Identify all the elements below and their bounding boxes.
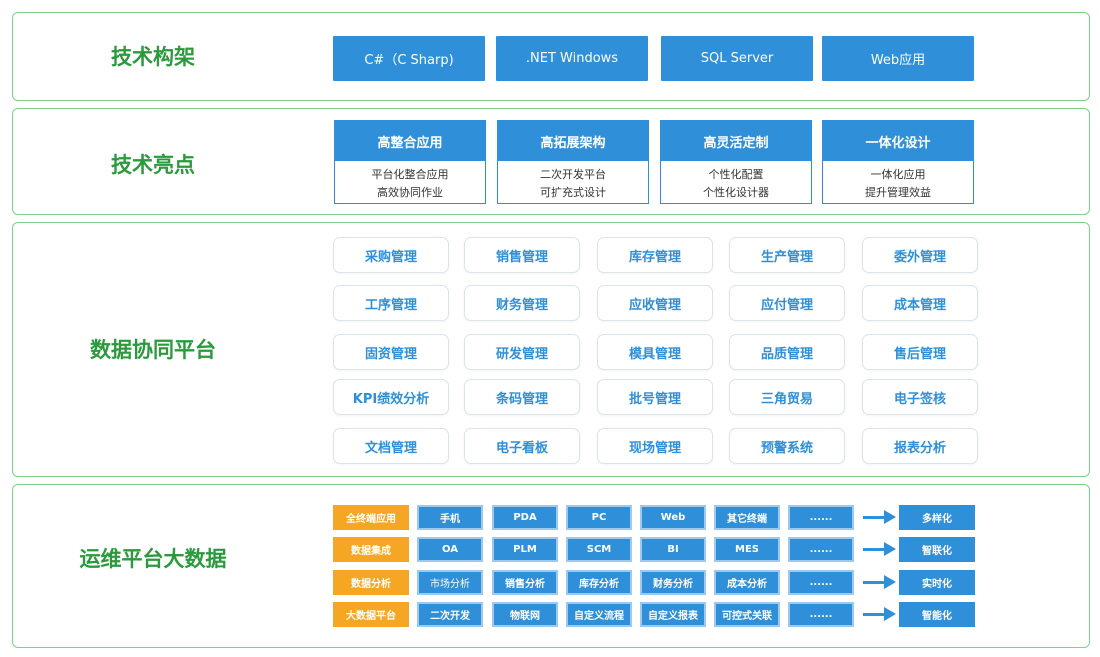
result-box: 智联化 bbox=[899, 537, 975, 562]
module-purchase[interactable]: 采购管理 bbox=[333, 237, 449, 273]
module-cost[interactable]: 成本管理 bbox=[862, 285, 978, 321]
grid-cell: PDA bbox=[492, 505, 558, 530]
grid-cell: Web bbox=[640, 505, 706, 530]
module-sales[interactable]: 销售管理 bbox=[464, 237, 580, 273]
grid-cell: BI bbox=[640, 537, 706, 562]
module-inventory[interactable]: 库存管理 bbox=[597, 237, 713, 273]
highlight-card: 一体化设计 一体化应用 提升管理效益 bbox=[822, 120, 974, 204]
grid-cell: 库存分析 bbox=[566, 570, 632, 595]
highlight-line: 提升管理效益 bbox=[865, 186, 931, 199]
grid-cell: 其它终端 bbox=[714, 505, 780, 530]
grid-cell: 自定义流程 bbox=[566, 602, 632, 627]
highlight-line: 可扩充式设计 bbox=[540, 186, 606, 199]
highlight-line: 高效协同作业 bbox=[377, 186, 443, 199]
result-box: 多样化 bbox=[899, 505, 975, 530]
highlight-card-title: 一体化设计 bbox=[823, 121, 973, 161]
highlight-line: 二次开发平台 bbox=[540, 168, 606, 181]
arrow-right-icon bbox=[884, 575, 896, 589]
row-label: 数据集成 bbox=[333, 537, 409, 562]
highlight-line: 平台化整合应用 bbox=[371, 168, 449, 181]
module-production[interactable]: 生产管理 bbox=[729, 237, 845, 273]
grid-cell: PC bbox=[566, 505, 632, 530]
highlight-card: 高拓展架构 二次开发平台 可扩充式设计 bbox=[497, 120, 649, 204]
grid-cell: 二次开发 bbox=[417, 602, 483, 627]
module-kpi[interactable]: KPI绩效分析 bbox=[333, 379, 449, 415]
highlight-line: 一体化应用 bbox=[870, 168, 926, 181]
grid-cell: 自定义报表 bbox=[640, 602, 706, 627]
highlight-card-title: 高灵活定制 bbox=[661, 121, 811, 161]
highlight-line: 个性化设计器 bbox=[703, 186, 769, 199]
row-label: 大数据平台 bbox=[333, 602, 409, 627]
highlight-card-title: 高拓展架构 bbox=[498, 121, 648, 161]
ops-bigdata-panel: 运维平台大数据 全终端应用 手机 PDA PC Web 其它终端 ...... … bbox=[12, 484, 1090, 648]
module-payables[interactable]: 应付管理 bbox=[729, 285, 845, 321]
arrow-line bbox=[863, 581, 885, 584]
module-documents[interactable]: 文档管理 bbox=[333, 428, 449, 464]
module-quality[interactable]: 品质管理 bbox=[729, 334, 845, 370]
module-after-sales[interactable]: 售后管理 bbox=[862, 334, 978, 370]
row-label: 数据分析 bbox=[333, 570, 409, 595]
arrow-line bbox=[863, 516, 885, 519]
grid-cell: MES bbox=[714, 537, 780, 562]
module-finance[interactable]: 财务管理 bbox=[464, 285, 580, 321]
module-receivables[interactable]: 应收管理 bbox=[597, 285, 713, 321]
arrow-line bbox=[863, 613, 885, 616]
tech-box-dotnet: .NET Windows bbox=[496, 36, 648, 81]
module-onsite[interactable]: 现场管理 bbox=[597, 428, 713, 464]
row-label: 全终端应用 bbox=[333, 505, 409, 530]
tech-box-sqlserver: SQL Server bbox=[661, 36, 813, 81]
highlight-card: 高灵活定制 个性化配置 个性化设计器 bbox=[660, 120, 812, 204]
grid-cell: 市场分析 bbox=[417, 570, 483, 595]
grid-cell: 财务分析 bbox=[640, 570, 706, 595]
arrow-right-icon bbox=[884, 542, 896, 556]
arrow-line bbox=[863, 548, 885, 551]
module-report-analysis[interactable]: 报表分析 bbox=[862, 428, 978, 464]
module-batch[interactable]: 批号管理 bbox=[597, 379, 713, 415]
grid-cell: SCM bbox=[566, 537, 632, 562]
highlight-line: 个性化配置 bbox=[708, 168, 764, 181]
data-collaboration-panel: 数据协同平台 采购管理 销售管理 库存管理 生产管理 委外管理 工序管理 财务管… bbox=[12, 222, 1090, 477]
grid-cell: ...... bbox=[788, 505, 854, 530]
module-triangular-trade[interactable]: 三角贸易 bbox=[729, 379, 845, 415]
module-fixed-assets[interactable]: 固资管理 bbox=[333, 334, 449, 370]
result-box: 智能化 bbox=[899, 602, 975, 627]
grid-cell: ...... bbox=[788, 570, 854, 595]
grid-cell: 手机 bbox=[417, 505, 483, 530]
module-process[interactable]: 工序管理 bbox=[333, 285, 449, 321]
module-e-signoff[interactable]: 电子签核 bbox=[862, 379, 978, 415]
arrow-right-icon bbox=[884, 510, 896, 524]
module-rnd[interactable]: 研发管理 bbox=[464, 334, 580, 370]
module-outsourcing[interactable]: 委外管理 bbox=[862, 237, 978, 273]
section-title: 数据协同平台 bbox=[90, 338, 216, 362]
module-mold[interactable]: 模具管理 bbox=[597, 334, 713, 370]
grid-cell: OA bbox=[417, 537, 483, 562]
tech-box-csharp: C#（C Sharp) bbox=[333, 36, 485, 81]
module-e-board[interactable]: 电子看板 bbox=[464, 428, 580, 464]
grid-cell: PLM bbox=[492, 537, 558, 562]
module-barcode[interactable]: 条码管理 bbox=[464, 379, 580, 415]
tech-highlights-panel: 技术亮点 高整合应用 平台化整合应用 高效协同作业 高拓展架构 二次开发平台 可… bbox=[12, 108, 1090, 215]
module-alert-system[interactable]: 预警系统 bbox=[729, 428, 845, 464]
highlight-card: 高整合应用 平台化整合应用 高效协同作业 bbox=[334, 120, 486, 204]
grid-cell: ...... bbox=[788, 602, 854, 627]
grid-cell: 销售分析 bbox=[492, 570, 558, 595]
result-box: 实时化 bbox=[899, 570, 975, 595]
grid-cell: 可控式关联 bbox=[714, 602, 780, 627]
tech-box-web: Web应用 bbox=[822, 36, 974, 81]
tech-architecture-panel: 技术构架 C#（C Sharp) .NET Windows SQL Server… bbox=[12, 12, 1090, 101]
section-title: 技术构架 bbox=[111, 45, 195, 69]
arrow-right-icon bbox=[884, 607, 896, 621]
grid-cell: 成本分析 bbox=[714, 570, 780, 595]
grid-cell: 物联网 bbox=[492, 602, 558, 627]
section-title: 运维平台大数据 bbox=[79, 547, 227, 571]
highlight-card-title: 高整合应用 bbox=[335, 121, 485, 161]
grid-cell: ...... bbox=[788, 537, 854, 562]
section-title: 技术亮点 bbox=[111, 153, 195, 177]
